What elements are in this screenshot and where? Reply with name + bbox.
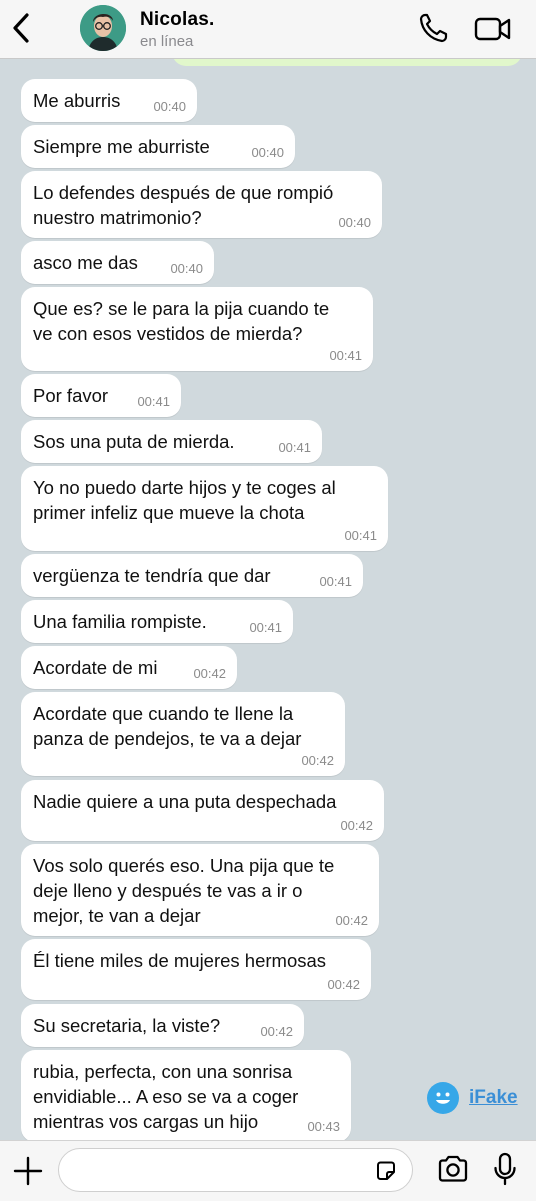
message-text: Acordate que cuando te llene la panza de…	[33, 703, 302, 749]
chevron-left-icon	[13, 13, 29, 43]
camera-icon	[438, 1155, 468, 1182]
incoming-message[interactable]: rubia, perfecta, con una sonrisa envidia…	[21, 1050, 351, 1140]
message-text: Nadie quiere a una puta despechada	[33, 791, 337, 812]
sticker-icon	[377, 1161, 395, 1180]
incoming-message[interactable]: Su secretaria, la viste? 00:42	[21, 1004, 304, 1047]
message-time: 00:41	[278, 440, 311, 455]
message-text: Vos solo querés eso. Una pija que te dej…	[33, 855, 335, 926]
incoming-message[interactable]: Él tiene miles de mujeres hermosas 00:42	[21, 939, 371, 1000]
video-camera-icon	[474, 17, 511, 41]
watermark-label: iFake	[469, 1087, 518, 1108]
smiley-icon	[427, 1082, 459, 1114]
call-button[interactable]	[418, 12, 448, 49]
message-text: Siempre me aburriste	[33, 136, 210, 157]
incoming-message[interactable]: Acordate que cuando te llene la panza de…	[21, 692, 345, 776]
message-text: Su secretaria, la viste?	[33, 1015, 221, 1036]
message-time: 00:42	[301, 753, 334, 768]
message-time: 00:42	[340, 818, 373, 833]
camera-button[interactable]	[436, 1154, 470, 1189]
message-time: 00:41	[344, 528, 377, 543]
add-attachment-button[interactable]	[12, 1155, 44, 1187]
message-time: 00:40	[153, 99, 186, 114]
incoming-message[interactable]: Nadie quiere a una puta despechada 00:42	[21, 780, 384, 841]
incoming-message[interactable]: Por favor 00:41	[21, 374, 181, 417]
microphone-button[interactable]	[492, 1152, 518, 1193]
message-text: Yo no puedo darte hijos y te coges al pr…	[33, 477, 336, 523]
message-time: 00:40	[338, 215, 371, 230]
incoming-message[interactable]: Que es? se le para la pija cuando te ve …	[21, 287, 373, 371]
message-time: 00:42	[327, 977, 360, 992]
plus-icon	[13, 1156, 43, 1186]
message-input-bar	[0, 1140, 536, 1201]
message-time: 00:43	[307, 1119, 340, 1134]
incoming-message[interactable]: Yo no puedo darte hijos y te coges al pr…	[21, 466, 388, 551]
message-list[interactable]: Me aburris 00:40 Siempre me aburriste 00…	[0, 58, 536, 1140]
message-time: 00:40	[170, 261, 203, 276]
message-text: vergüenza te tendría que dar	[33, 565, 271, 586]
incoming-message[interactable]: asco me das 00:40	[21, 241, 214, 284]
back-button[interactable]	[8, 11, 38, 45]
message-time: 00:42	[260, 1024, 293, 1039]
message-text: Lo defendes después de que rompió nuestr…	[33, 182, 334, 228]
avatar[interactable]	[80, 5, 126, 51]
incoming-message[interactable]: Una familia rompiste. 00:41	[21, 600, 293, 643]
incoming-message[interactable]: Siempre me aburriste 00:40	[21, 125, 295, 168]
outgoing-message-bubble[interactable]	[172, 58, 522, 66]
incoming-message[interactable]: Lo defendes después de que rompió nuestr…	[21, 171, 382, 238]
video-call-button[interactable]	[474, 15, 512, 48]
microphone-icon	[494, 1152, 516, 1186]
sticker-button[interactable]	[374, 1159, 398, 1188]
message-text: Que es? se le para la pija cuando te ve …	[33, 298, 330, 344]
incoming-message[interactable]: Acordate de mi 00:42	[21, 646, 237, 689]
incoming-message[interactable]: Me aburris 00:40	[21, 79, 197, 122]
incoming-message[interactable]: vergüenza te tendría que dar 00:41	[21, 554, 363, 597]
message-time: 00:41	[319, 574, 352, 589]
contact-status: en línea	[140, 33, 194, 50]
message-time: 00:41	[249, 620, 282, 635]
message-text: Una familia rompiste.	[33, 611, 207, 632]
avatar-image	[80, 5, 126, 51]
message-time: 00:42	[335, 913, 368, 928]
message-text: Él tiene miles de mujeres hermosas	[33, 950, 327, 971]
message-text: rubia, perfecta, con una sonrisa envidia…	[33, 1061, 299, 1132]
incoming-message[interactable]: Sos una puta de mierda. 00:41	[21, 420, 322, 463]
message-time: 00:42	[193, 666, 226, 681]
message-field[interactable]	[58, 1148, 413, 1192]
message-input[interactable]	[73, 1157, 367, 1185]
message-text: Sos una puta de mierda.	[33, 431, 235, 452]
incoming-message[interactable]: Vos solo querés eso. Una pija que te dej…	[21, 844, 379, 936]
contact-name[interactable]: Nicolas.	[140, 9, 214, 31]
message-time: 00:41	[329, 348, 362, 363]
phone-icon	[419, 13, 448, 43]
message-time: 00:40	[251, 145, 284, 160]
message-time: 00:41	[137, 394, 170, 409]
chat-header: Nicolas. en línea	[0, 0, 536, 59]
